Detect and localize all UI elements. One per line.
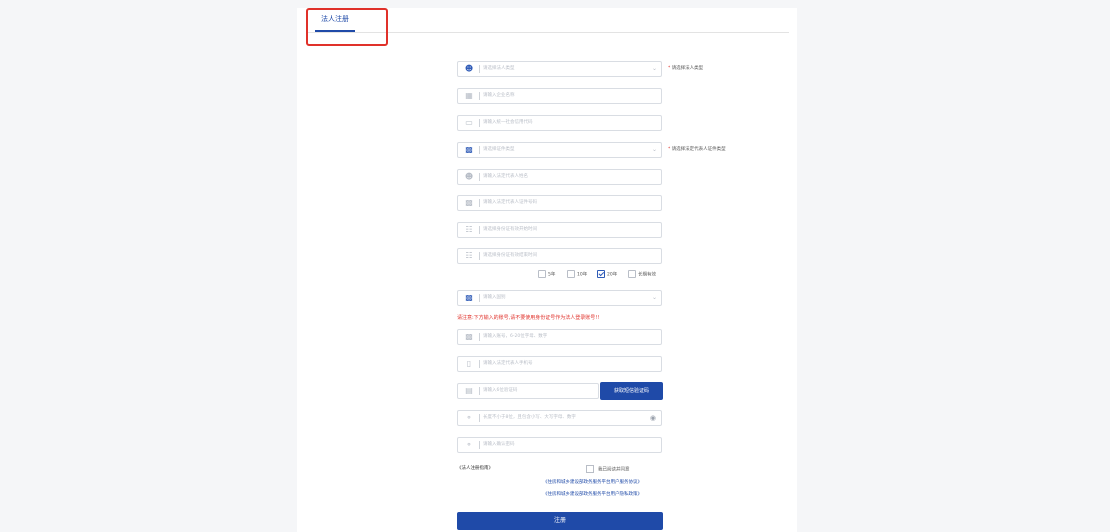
registration-guide-link[interactable]: 《法人注册指南》 bbox=[457, 465, 493, 471]
legal-person-type-hint: * 请选择法人类型 bbox=[668, 66, 704, 71]
checkbox[interactable] bbox=[628, 270, 636, 278]
chevron-down-icon: ⌄ bbox=[651, 65, 657, 72]
placeholder: 请输入法定代表人手机号 bbox=[483, 361, 533, 366]
checkbox[interactable] bbox=[538, 270, 546, 278]
account-input[interactable]: ▩ 请输入账号，6-20位字母、数字 bbox=[457, 329, 662, 345]
divider bbox=[479, 119, 480, 127]
agreement-checkbox[interactable]: 我已阅读并同意 bbox=[586, 465, 630, 475]
password-input[interactable]: ⚬ 长度不小于8位，且包含小写、大写字母、数字 ◉ bbox=[457, 410, 662, 426]
chevron-down-icon: ⌄ bbox=[651, 146, 657, 153]
register-button[interactable]: 注册 bbox=[457, 512, 663, 530]
divider bbox=[479, 333, 480, 341]
placeholder: 请输入企业名称 bbox=[483, 93, 515, 98]
divider bbox=[479, 226, 480, 234]
placeholder: 请选择证件类型 bbox=[483, 147, 515, 152]
placeholder: 请输入法定代表人证件号码 bbox=[483, 200, 537, 205]
credit-code-input[interactable]: ▭ 请输入统一社会信用代码 bbox=[457, 115, 662, 131]
checkbox-checked[interactable] bbox=[597, 270, 605, 278]
divider bbox=[479, 252, 480, 260]
validity-option-permanent[interactable]: 长期有效 bbox=[628, 270, 656, 280]
get-sms-code-button[interactable]: 获取短信验证码 bbox=[600, 382, 663, 400]
validity-option-10-years[interactable]: 10年 bbox=[567, 270, 587, 280]
id-card-icon: ▩ bbox=[465, 145, 473, 154]
validity-option-5-years[interactable]: 5年 bbox=[538, 270, 555, 280]
placeholder: 请选择身份证有效开始时间 bbox=[483, 227, 537, 232]
divider bbox=[479, 173, 480, 181]
sms-code-input[interactable]: ▤ 请输入6位验证码 bbox=[457, 383, 599, 399]
chevron-down-icon: ⌄ bbox=[651, 294, 657, 301]
phone-icon: ▯ bbox=[466, 359, 472, 368]
divider bbox=[479, 146, 480, 154]
phone-input[interactable]: ▯ 请输入法定代表人手机号 bbox=[457, 356, 662, 372]
calendar-icon: ☷ bbox=[465, 251, 473, 260]
credit-card-icon: ▭ bbox=[465, 118, 473, 127]
placeholder: 请输入国别 bbox=[483, 295, 506, 300]
user-icon: ☻ bbox=[464, 64, 474, 73]
divider bbox=[479, 294, 480, 302]
privacy-policy-link[interactable]: 《住房和城乡建设部政务服务平台用户隐私政策》 bbox=[543, 491, 642, 497]
placeholder: 请选择身份证有效结束时间 bbox=[483, 253, 537, 258]
placeholder: 请输入6位验证码 bbox=[483, 388, 518, 393]
legal-person-type-select[interactable]: ☻ 请选择法人类型 ⌄ bbox=[457, 61, 662, 77]
user-icon: ☻ bbox=[464, 172, 474, 181]
representative-name-input[interactable]: ☻ 请输入法定代表人姓名 bbox=[457, 169, 662, 185]
id-type-hint: * 请选择法定代表人证件类型 bbox=[668, 147, 726, 152]
placeholder: 长度不小于8位，且包含小写、大写字母、数字 bbox=[483, 415, 576, 420]
placeholder: 请输入统一社会信用代码 bbox=[483, 120, 533, 125]
divider bbox=[479, 199, 480, 207]
id-valid-end-date-input[interactable]: ☷ 请选择身份证有效结束时间 bbox=[457, 248, 662, 264]
validity-option-20-years[interactable]: 20年 bbox=[597, 270, 617, 280]
placeholder: 请输入确认密码 bbox=[483, 442, 515, 447]
nationality-select[interactable]: ▩ 请输入国别 ⌄ bbox=[457, 290, 662, 306]
placeholder: 请选择法人类型 bbox=[483, 66, 515, 71]
building-icon: ▦ bbox=[465, 91, 473, 100]
divider bbox=[479, 360, 480, 368]
company-name-input[interactable]: ▦ 请输入企业名称 bbox=[457, 88, 662, 104]
checkbox[interactable] bbox=[586, 465, 594, 473]
divider bbox=[479, 65, 480, 73]
divider bbox=[479, 92, 480, 100]
id-valid-start-date-input[interactable]: ☷ 请选择身份证有效开始时间 bbox=[457, 222, 662, 238]
message-icon: ▤ bbox=[465, 386, 473, 395]
lock-icon: ⚬ bbox=[465, 440, 473, 449]
id-card-icon: ▩ bbox=[465, 198, 473, 207]
confirm-password-input[interactable]: ⚬ 请输入确认密码 bbox=[457, 437, 662, 453]
annotation-highlight-box bbox=[306, 8, 388, 46]
id-card-icon: ▩ bbox=[465, 293, 473, 302]
divider bbox=[479, 387, 480, 395]
service-agreement-link[interactable]: 《住房和城乡建设部政务服务平台用户服务协议》 bbox=[543, 479, 642, 485]
calendar-icon: ☷ bbox=[465, 225, 473, 234]
divider bbox=[479, 414, 480, 422]
eye-icon[interactable]: ◉ bbox=[650, 411, 656, 425]
placeholder: 请输入法定代表人姓名 bbox=[483, 174, 528, 179]
checkbox[interactable] bbox=[567, 270, 575, 278]
divider bbox=[479, 441, 480, 449]
placeholder: 请输入账号，6-20位字母、数字 bbox=[483, 334, 548, 339]
account-warning: 请注意:下方输入的账号,请不要使用身份证号作为法人登录账号!! bbox=[457, 315, 600, 321]
id-type-select[interactable]: ▩ 请选择证件类型 ⌄ bbox=[457, 142, 662, 158]
id-card-icon: ▩ bbox=[465, 332, 473, 341]
lock-icon: ⚬ bbox=[465, 413, 473, 422]
representative-id-number-input[interactable]: ▩ 请输入法定代表人证件号码 bbox=[457, 195, 662, 211]
